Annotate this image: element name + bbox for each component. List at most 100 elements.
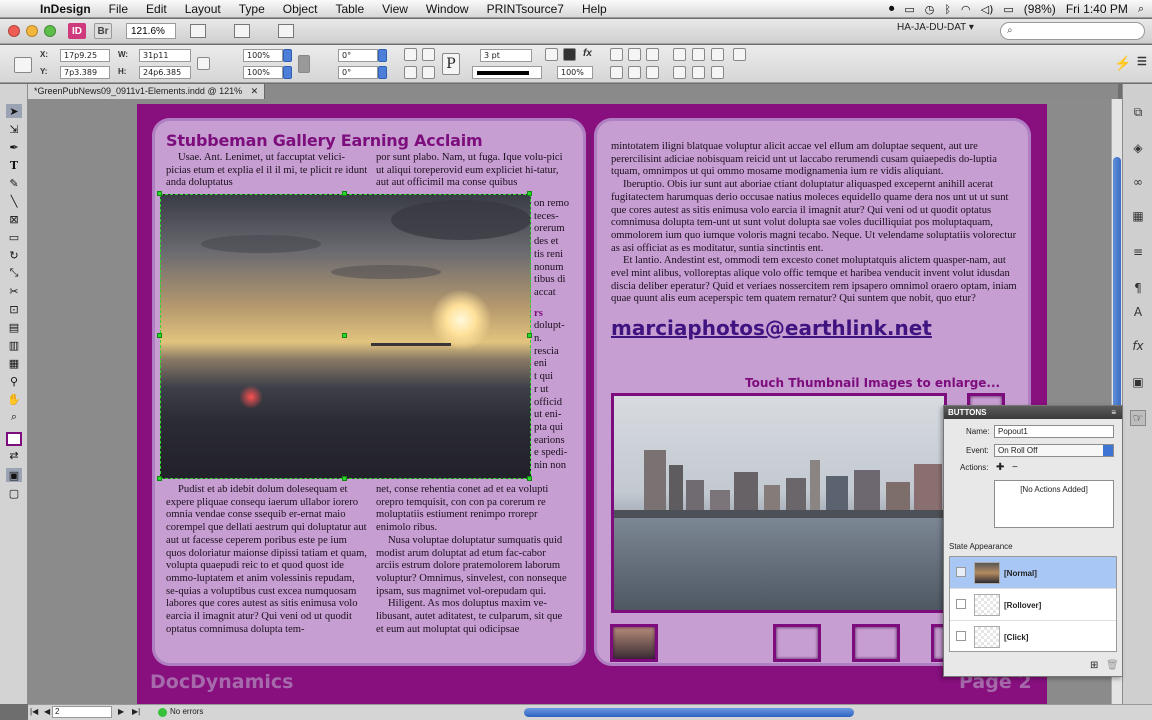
menu-layout[interactable]: Layout [185,2,221,16]
scissors-tool-icon[interactable]: ✂ [6,284,22,298]
eyedropper-tool-icon[interactable]: ⚲ [6,374,22,388]
scale-x-stepper[interactable] [283,49,292,62]
delete-state-icon[interactable]: 🗑 [1106,660,1119,671]
character-styles-icon[interactable]: A [1130,304,1146,320]
remove-action-icon[interactable]: − [1012,462,1018,473]
line-tool-icon[interactable]: ╲ [6,194,22,208]
volume-icon[interactable]: ◁) [981,3,994,16]
convert-to-object-icon[interactable]: ⊞ [1090,660,1098,671]
paragraph-styles-icon[interactable]: ¶ [1130,280,1146,296]
article-headline[interactable]: Stubbeman Gallery Earning Acclaim [166,131,483,150]
button-name-input[interactable]: Popout1 [994,425,1114,438]
bluetooth-icon[interactable]: ᛒ [944,3,951,16]
fit-proportionally-icon[interactable] [628,66,641,79]
rotate-cw-icon[interactable] [404,48,417,61]
center-content-icon[interactable] [646,48,659,61]
menu-printsource[interactable]: PRINTsource7 [487,2,564,16]
rectangle-tool-icon[interactable]: ▭ [6,230,22,244]
align-center-icon[interactable] [692,48,705,61]
shear-field[interactable]: 0° [338,66,378,79]
menu-window[interactable]: Window [426,2,469,16]
close-window-button[interactable] [8,25,20,37]
zoom-level-field[interactable]: 121.6% [126,23,176,39]
links-panel-icon[interactable]: ∞ [1130,174,1146,190]
rotation-stepper[interactable] [378,49,387,62]
panel-menu-icon[interactable]: ☰ [1137,55,1147,68]
free-transform-tool-icon[interactable]: ⊡ [6,302,22,316]
align-bottom-icon[interactable] [711,66,724,79]
menu-type[interactable]: Type [239,2,265,16]
state-enable-checkbox[interactable] [956,631,966,641]
auto-fit-icon[interactable] [646,66,659,79]
lightning-icon[interactable]: ⚡ [1114,55,1131,72]
clock[interactable]: Fri 1:40 PM [1066,2,1128,16]
paragraph-icon[interactable]: P [442,53,460,75]
left-column-top-text[interactable]: Usae. Ant. Lenimet, ut faccuptat velici-… [166,152,368,190]
email-link[interactable]: marciaphotos@earthlink.net [611,316,932,340]
menu-table[interactable]: Table [335,2,364,16]
selection-center-point[interactable] [342,333,347,338]
record-icon[interactable]: ⏺ [889,2,895,16]
rotate-ccw-icon[interactable] [422,48,435,61]
menu-view[interactable]: View [382,2,408,16]
close-tab-icon[interactable]: ✕ [251,86,259,96]
align-middle-icon[interactable] [692,66,705,79]
zoom-tool-icon[interactable]: ⌕ [6,410,22,424]
type-tool-icon[interactable]: T [6,158,22,172]
selection-handle[interactable] [527,333,532,338]
flip-vertical-icon[interactable] [422,66,435,79]
scale-y-field[interactable]: 100% [243,66,283,79]
fill-proportionally-icon[interactable] [610,66,623,79]
states-list[interactable]: [Normal] [Rollover] [Click] [949,556,1117,652]
pencil-tool-icon[interactable]: ✎ [6,176,22,190]
left-column-bottom-text[interactable]: Pudist et ab idebit dolum dolesequam et … [166,484,368,636]
constrain-proportions-icon[interactable] [197,57,210,70]
menu-edit[interactable]: Edit [146,2,167,16]
stroke-icon[interactable] [563,48,576,61]
opacity-field[interactable]: 100% [557,66,593,79]
minimize-window-button[interactable] [26,25,38,37]
prev-page-icon[interactable]: ◀ [44,707,50,716]
fit-content-icon[interactable] [610,48,623,61]
swap-fill-stroke-icon[interactable]: ⇄ [6,448,22,462]
constrain-scale-icon[interactable] [298,55,310,73]
workspace-switcher[interactable]: HA-JA-DU-DAT ▾ [897,22,974,33]
stroke-panel-icon[interactable]: ≡ [1130,244,1146,260]
normal-view-icon[interactable]: ▣ [6,468,22,482]
scale-tool-icon[interactable]: ⤡ [6,266,22,280]
help-search-input[interactable]: ⌕ [1000,22,1145,40]
gradient-tool-icon[interactable]: ▤ [6,320,22,334]
align-top-icon[interactable] [673,66,686,79]
menu-help[interactable]: Help [582,2,607,16]
last-page-icon[interactable]: ▶| [132,707,140,716]
document-tab[interactable]: *GreenPubNews09_0911v1-Elements.indd @ 1… [28,84,266,99]
pen-tool-icon[interactable]: ✒ [6,140,22,154]
gradient-feather-tool-icon[interactable]: ▥ [6,338,22,352]
thumbnail-button-3[interactable] [852,624,900,662]
swatches-panel-icon[interactable]: ▦ [1130,208,1146,224]
menu-app[interactable]: InDesign [40,2,91,16]
object-styles-icon[interactable]: ▣ [1130,374,1146,390]
width-field[interactable]: 31p11 [139,49,191,62]
selection-handle[interactable] [157,476,162,481]
fill-icon[interactable] [545,48,558,61]
state-visibility-icon[interactable] [956,567,966,577]
preflight-errors[interactable]: No errors [170,707,203,716]
thumbnail-button-1[interactable] [610,624,658,662]
spotlight-icon[interactable]: ⌕ [1138,2,1144,16]
selection-handle[interactable] [527,476,532,481]
y-position-field[interactable]: 7p3.389 [60,66,110,79]
wifi-icon[interactable]: ◠ [961,3,971,16]
display-icon[interactable]: ▭ [904,3,914,16]
scale-y-stepper[interactable] [283,66,292,79]
rectangle-frame-tool-icon[interactable]: ⊠ [6,212,22,226]
state-enable-checkbox[interactable] [956,599,966,609]
zoom-window-button[interactable] [44,25,56,37]
align-left-icon[interactable] [673,48,686,61]
hand-tool-icon[interactable]: ✋ [6,392,22,406]
note-tool-icon[interactable]: ▦ [6,356,22,370]
stroke-style-field[interactable] [472,66,542,79]
screen-mode-icon[interactable] [234,24,250,38]
actions-list[interactable]: [No Actions Added] [994,480,1114,528]
first-page-icon[interactable]: |◀ [30,707,38,716]
